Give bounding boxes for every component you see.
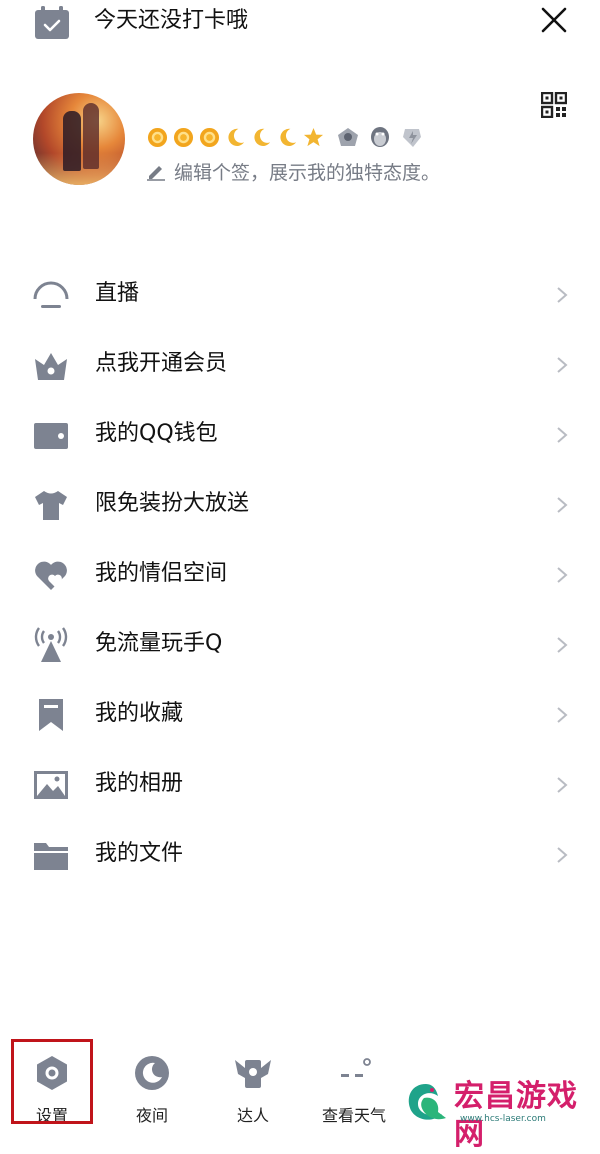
night-mode-button[interactable]: 夜间 [112, 1050, 192, 1130]
menu-item-label: 我的文件 [95, 841, 184, 866]
tshirt-icon [35, 491, 67, 520]
expert-label: 达人 [236, 1106, 269, 1125]
wallet-icon [34, 423, 68, 449]
sun-level-icon [199, 127, 220, 147]
sun-level-icon [147, 127, 168, 147]
night-mode-label: 夜间 [135, 1106, 168, 1125]
vip-crown-icon [35, 353, 67, 380]
menu-item-label: 我的QQ钱包 [95, 421, 218, 446]
close-icon[interactable] [540, 6, 568, 34]
vip-badge-icon [338, 128, 358, 146]
photo-album-icon [34, 771, 68, 799]
chevron-right-icon [557, 287, 568, 303]
chevron-right-icon [557, 637, 568, 653]
calendar-check-icon[interactable] [34, 6, 70, 40]
chevron-right-icon [557, 357, 568, 373]
menu-item-label: 限免装扮大放送 [95, 491, 250, 516]
site-watermark: 宏昌游戏网 www.hcs-laser.com [400, 1078, 600, 1152]
chevron-right-icon [557, 427, 568, 443]
signature-text: 编辑个签，展示我的独特态度。 [174, 161, 441, 184]
menu-item-label: 我的收藏 [95, 701, 184, 726]
signal-tower-icon [34, 627, 68, 662]
live-icon [33, 281, 69, 308]
star-level-icon [303, 127, 324, 146]
bookmark-icon [39, 699, 63, 731]
chevron-right-icon [557, 777, 568, 793]
qr-code-icon[interactable] [541, 92, 567, 118]
pencil-icon [147, 166, 165, 181]
checkin-reminder-text[interactable]: 今天还没打卡哦 [94, 6, 248, 36]
menu-item-favorites[interactable]: 我的收藏 [0, 685, 600, 745]
menu-item-label: 免流量玩手Q [95, 631, 223, 656]
menu-item-vip[interactable]: 点我开通会员 [0, 335, 600, 395]
menu-item-album[interactable]: 我的相册 [0, 755, 600, 815]
avatar-figure [63, 111, 81, 171]
avatar[interactable] [33, 93, 125, 185]
night-mode-icon [135, 1056, 169, 1090]
couple-heart-icon [35, 561, 67, 590]
watermark-url: www.hcs-laser.com [460, 1114, 546, 1124]
menu-item-outfit[interactable]: 限免装扮大放送 [0, 475, 600, 535]
game-badge-icon [403, 129, 421, 147]
avatar-figure [83, 103, 99, 169]
chevron-right-icon [557, 497, 568, 513]
settings-highlight-box [11, 1039, 93, 1124]
dragon-logo-icon [408, 1084, 446, 1120]
weather-icon [341, 1058, 371, 1077]
menu-item-label: 我的情侣空间 [95, 561, 228, 586]
menu-item-label: 点我开通会员 [95, 351, 228, 376]
menu-item-wallet[interactable]: 我的QQ钱包 [0, 405, 600, 465]
menu-item-free-data[interactable]: 免流量玩手Q [0, 615, 600, 675]
signature-row[interactable]: 编辑个签，展示我的独特态度。 [146, 158, 440, 184]
top-bar: 今天还没打卡哦 [0, 0, 600, 48]
menu-item-label: 直播 [95, 281, 140, 306]
expert-icon [235, 1060, 271, 1088]
menu-item-files[interactable]: 我的文件 [0, 825, 600, 885]
menu-item-couple[interactable]: 我的情侣空间 [0, 545, 600, 605]
expert-button[interactable]: 达人 [213, 1050, 293, 1130]
penguin-badge-icon [371, 127, 389, 147]
moon-level-icon [254, 128, 271, 146]
chevron-right-icon [557, 567, 568, 583]
menu-item-label: 我的相册 [95, 771, 184, 796]
weather-label: 查看天气 [321, 1106, 386, 1125]
qq-level-icons[interactable] [147, 124, 425, 150]
moon-level-icon [228, 128, 245, 146]
weather-button[interactable]: 查看天气 [314, 1050, 394, 1130]
chevron-right-icon [557, 707, 568, 723]
folder-icon [34, 843, 68, 870]
moon-level-icon [280, 128, 297, 146]
chevron-right-icon [557, 847, 568, 863]
menu-item-live[interactable]: 直播 [0, 265, 600, 325]
sun-level-icon [173, 127, 194, 147]
